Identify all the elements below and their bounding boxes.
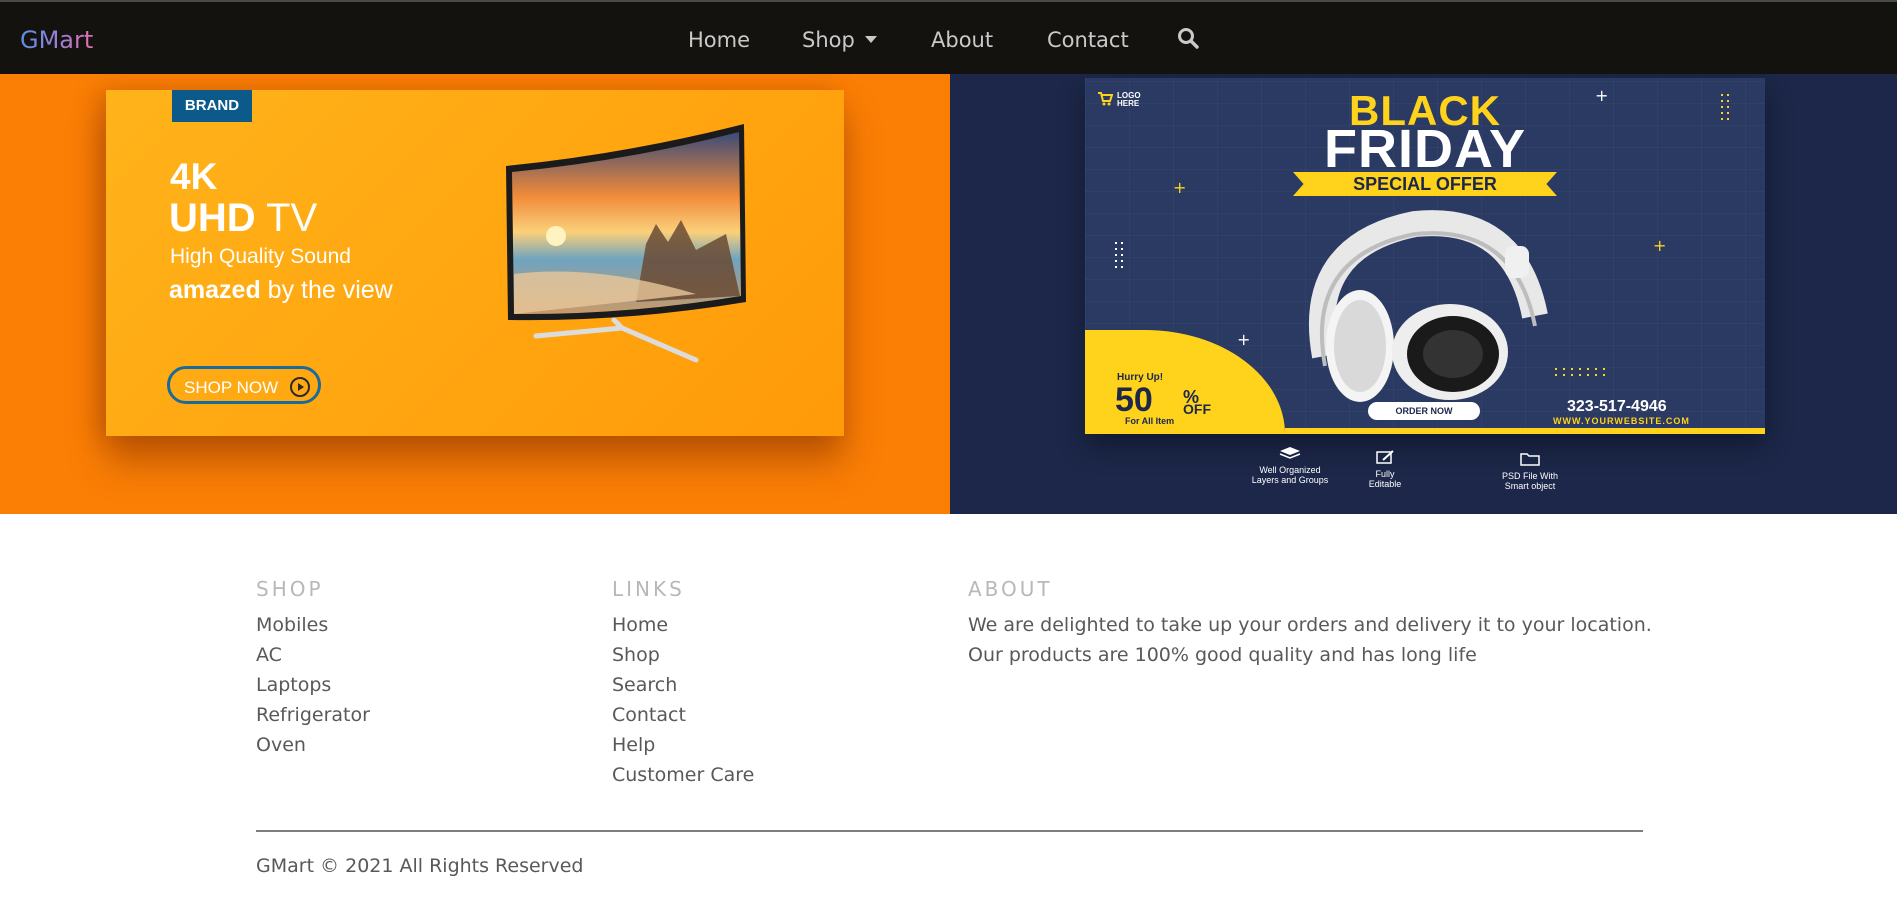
headphones-image	[1308, 210, 1548, 402]
special-offer-ribbon: SPECIAL OFFER	[1293, 172, 1557, 196]
sparkle-icon: +	[1595, 86, 1609, 105]
feature-psd: PSD File With Smart object	[1480, 452, 1580, 491]
tv-subtitle: High Quality Sound	[170, 245, 351, 268]
feature-psd-line1: PSD File With	[1501, 471, 1558, 481]
caret-down-icon	[864, 35, 877, 43]
navbar: GMart Home Shop About Contact	[0, 2, 1897, 74]
nav-home[interactable]: Home	[688, 24, 750, 56]
footer-divider	[256, 830, 1643, 832]
nav-shop-label: Shop	[802, 28, 855, 52]
footer-shop-heading: SHOP	[256, 577, 324, 601]
discount-off: OFF	[1183, 401, 1211, 417]
tv-ad-card: BRAND 4K UHD TV High Quality Sound amaze…	[106, 90, 844, 436]
copyright-text: GMart © 2021 All Rights Reserved	[256, 855, 584, 877]
footer-link-laptops[interactable]: Laptops	[256, 671, 331, 699]
footer-link-shop[interactable]: Shop	[612, 641, 660, 669]
footer-about-heading: ABOUT	[968, 577, 1053, 601]
footer-link-refrigerator[interactable]: Refrigerator	[256, 701, 370, 729]
folder-icon	[1520, 453, 1540, 466]
footer-link-ac[interactable]: AC	[256, 641, 282, 669]
footer-link-mobiles[interactable]: Mobiles	[256, 611, 328, 639]
tv-tagline-rest: by the view	[267, 276, 393, 304]
banner-4k-tv[interactable]: BRAND 4K UHD TV High Quality Sound amaze…	[0, 74, 950, 514]
phone-number: 323-517-4946	[1567, 398, 1667, 415]
feature-editable-line1: Fully	[1375, 469, 1395, 479]
layers-icon	[1279, 447, 1301, 459]
sparkle-icon: +	[1173, 178, 1187, 197]
curved-tv-image	[506, 124, 746, 363]
footer-link-customer-care[interactable]: Customer Care	[612, 761, 754, 789]
feature-psd-line2: Smart object	[1504, 481, 1556, 491]
footer-about-line2: Our products are 100% good quality and h…	[968, 644, 1477, 666]
footer-about-line1: We are delighted to take up your orders …	[968, 614, 1652, 636]
nav-contact[interactable]: Contact	[1047, 24, 1129, 56]
footer-link-oven[interactable]: Oven	[256, 731, 306, 759]
shop-now-label: SHOP NOW	[184, 378, 279, 397]
order-now-button[interactable]: ORDER NOW	[1368, 402, 1480, 420]
sparkle-icon: +	[1653, 236, 1667, 255]
for-all-item-text: For All Item	[1125, 416, 1175, 426]
footer-link-home[interactable]: Home	[612, 611, 668, 639]
shop-now-button[interactable]: SHOP NOW	[167, 366, 321, 404]
arrow-right-circle-icon	[290, 377, 310, 397]
tv-headline-tv: TV	[266, 196, 318, 240]
yellow-bottom-bar	[1285, 428, 1765, 434]
feature-layers: Well Organized Layers and Groups	[1230, 446, 1350, 485]
dots-decoration	[1115, 242, 1123, 268]
feature-layers-line2: Layers and Groups	[1251, 475, 1329, 485]
feature-layers-line1: Well Organized	[1259, 465, 1321, 475]
search-icon[interactable]	[1176, 26, 1204, 54]
brand-logo[interactable]: GMart	[20, 24, 93, 56]
tv-tagline-bold: amazed	[169, 276, 261, 304]
nav-shop-dropdown[interactable]: Shop	[802, 24, 877, 56]
nav-about[interactable]: About	[931, 24, 993, 56]
footer-links-heading: LINKS	[612, 577, 685, 601]
dots-decoration	[1721, 94, 1729, 120]
tv-headline-4k: 4K	[170, 156, 218, 197]
sparkle-icon: +	[1237, 330, 1251, 349]
footer-link-search[interactable]: Search	[612, 671, 677, 699]
edit-icon	[1376, 450, 1394, 464]
tv-headline-uhd: UHD TV	[169, 196, 317, 240]
black-friday-ad-card: LOGO HERE BLACK FRIDAY SPECIAL OFFER + + …	[1085, 78, 1765, 434]
brand-tag: BRAND	[172, 90, 252, 122]
friday-title: FRIDAY	[1323, 119, 1527, 179]
footer-link-help[interactable]: Help	[612, 731, 655, 759]
tv-tagline: amazed by the view	[169, 274, 393, 306]
website-url: WWW.YOURWEBSITE.COM	[1553, 416, 1690, 426]
banner-black-friday[interactable]: LOGO HERE BLACK FRIDAY SPECIAL OFFER + + …	[950, 74, 1897, 514]
feature-editable: Fully Editable	[1350, 450, 1420, 489]
feature-editable-line2: Editable	[1368, 479, 1402, 489]
footer-link-contact[interactable]: Contact	[612, 701, 686, 729]
tv-headline-uhd-bold: UHD	[169, 196, 256, 240]
discount-number: 50	[1115, 381, 1153, 419]
